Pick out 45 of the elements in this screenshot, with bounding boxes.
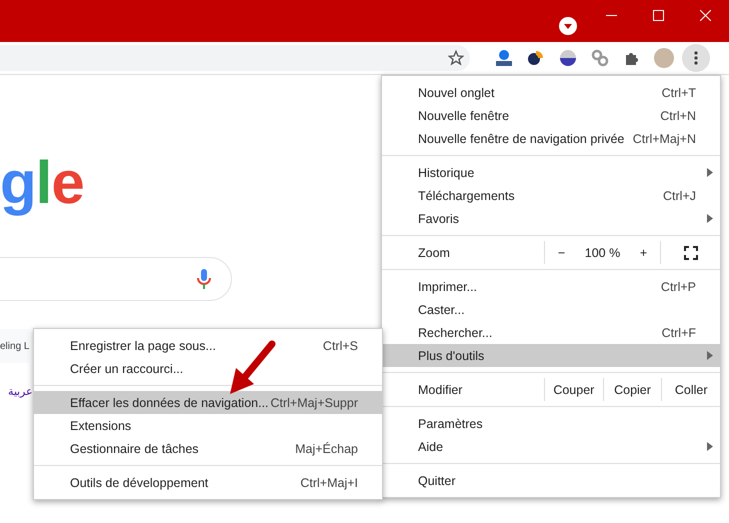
extension-icon[interactable] [559,49,577,67]
close-icon[interactable] [700,10,711,20]
menu-item[interactable]: Nouvel onglet Ctrl+T [382,81,720,104]
menu-item[interactable]: Aide [382,435,720,458]
menu-item[interactable]: Téléchargements Ctrl+J [382,184,720,207]
menu-item[interactable]: Favoris [382,207,720,230]
menu-item[interactable]: Plus d'outils [382,344,720,367]
menu-item[interactable]: Caster... [382,298,720,321]
submenu-arrow-icon [707,351,713,360]
menu-item[interactable]: Nouvelle fenêtre Ctrl+N [382,104,720,127]
star-icon[interactable] [448,50,464,66]
language-link[interactable]: عربية [8,385,33,398]
zoom-out-button[interactable]: − [552,246,572,260]
puzzle-icon[interactable] [624,50,640,66]
menu-item[interactable]: Outils de développement Ctrl+Maj+I [34,471,382,494]
maximize-icon[interactable] [653,10,664,20]
microphone-icon[interactable] [197,269,211,289]
menu-item[interactable]: Imprimer... Ctrl+P [382,275,720,298]
menu-item[interactable]: Enregistrer la page sous... Ctrl+S [34,334,382,357]
menu-item[interactable]: Historique [382,161,720,184]
lucky-button[interactable]: eling L [0,329,30,363]
menu-item[interactable]: Créer un raccourci... [34,357,382,380]
zoom-label: Zoom [417,244,451,262]
menu-item[interactable]: Rechercher... Ctrl+F [382,321,720,344]
link-icon[interactable] [591,49,609,67]
submenu-arrow-icon [707,442,713,451]
menu-item[interactable]: Quitter [382,469,720,492]
menu-item[interactable]: Gestionnaire de tâches Maj+Échap [34,437,382,460]
menu-item[interactable]: Effacer les données de navigation...Ctrl+Maj+Suppr [34,391,382,414]
kebab-menu-icon[interactable] [694,51,698,65]
extension-icon[interactable] [527,49,545,67]
submenu-arrow-icon [707,214,713,223]
menu-item[interactable]: Nouvelle fenêtre de navigation privée Ctrl+Maj+N [382,127,720,150]
profile-dropdown-icon[interactable] [559,17,577,35]
submenu-arrow-icon [707,168,713,177]
menu-button[interactable] [682,44,710,72]
extension-icon[interactable] [495,49,513,67]
edit-label: Modifier [417,382,464,398]
menu-item[interactable]: Paramètres [382,412,720,435]
menu-item[interactable]: Extensions [34,414,382,437]
search-field[interactable] [0,257,232,301]
edit-button[interactable]: Coller [661,378,720,401]
zoom-value: 100 % [584,246,620,260]
fullscreen-icon[interactable] [684,246,698,260]
zoom-in-button[interactable]: + [634,246,654,260]
